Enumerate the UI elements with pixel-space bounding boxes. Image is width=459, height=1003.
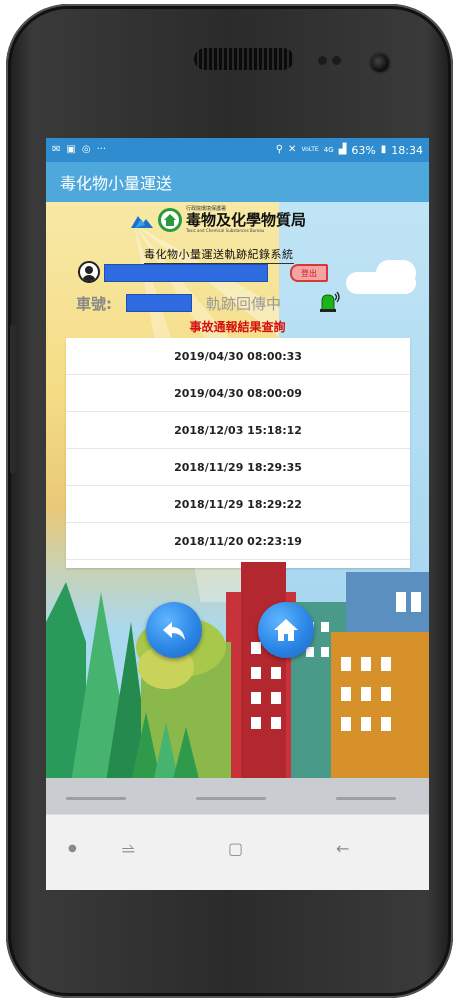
- cloud-icon: [376, 260, 416, 286]
- plate-number-label: 車號:: [76, 295, 112, 313]
- messenger-icon: ◎: [81, 144, 91, 155]
- front-camera: [371, 54, 389, 72]
- system-title: 毒化物小量運送軌跡紀錄系統: [144, 246, 294, 264]
- epa-logo-icon: [131, 215, 153, 228]
- clock: 18:34: [391, 143, 423, 157]
- main-content: 行政院環境保護署 毒物及化學物質局 Toxic and Chemical Sub…: [46, 202, 429, 814]
- agency-logo: 行政院環境保護署 毒物及化學物質局 Toxic and Chemical Sub…: [130, 206, 306, 233]
- location-icon: ⚲: [275, 144, 284, 155]
- home-square-icon[interactable]: ▢: [228, 839, 243, 858]
- dot-icon[interactable]: ●: [68, 843, 77, 854]
- notification-icon: ✉: [52, 144, 61, 155]
- road: [46, 778, 429, 814]
- more-icon: ···: [96, 144, 107, 155]
- record-item[interactable]: 2018/11/20 02:23:19: [66, 523, 410, 560]
- tracking-status: 軌跡回傳中: [206, 295, 282, 313]
- light-sensor: [332, 56, 341, 65]
- record-item[interactable]: 2018/11/29 18:29:35: [66, 449, 410, 486]
- logout-button[interactable]: 登出: [290, 264, 328, 282]
- mute-icon: ✕: [288, 144, 297, 155]
- record-item[interactable]: 2019/04/30 08:00:33: [66, 338, 410, 375]
- bureau-name-en: Toxic and Chemical Substances Bureau: [186, 228, 265, 233]
- bureau-name: 毒物及化學物質局: [186, 211, 307, 229]
- back-button[interactable]: [146, 602, 202, 658]
- app-bar: 毒化物小量運送: [46, 162, 429, 202]
- user-avatar-icon: [78, 261, 100, 283]
- back-arrow-icon[interactable]: ←: [336, 839, 349, 858]
- system-nav-bar: ● ⥬ ▢ ←: [46, 814, 429, 890]
- user-name-field: [104, 264, 268, 282]
- road-marking: [196, 797, 266, 800]
- app-title: 毒化物小量運送: [60, 174, 173, 193]
- record-item[interactable]: 2019/04/30 08:00:09: [66, 375, 410, 412]
- city-illustration: [46, 562, 429, 814]
- record-list: 2019/04/30 08:00:33 2019/04/30 08:00:09 …: [66, 338, 410, 568]
- battery-percent: 63%: [351, 143, 376, 157]
- reply-arrow-icon: [163, 622, 185, 640]
- accident-report-heading: 事故通報結果查詢: [189, 320, 286, 334]
- 4g-icon: 4G: [323, 145, 334, 154]
- record-item[interactable]: 2018/12/03 15:18:12: [66, 412, 410, 449]
- home-button[interactable]: [258, 602, 314, 658]
- image-icon: ▣: [66, 144, 76, 155]
- bureau-logo-icon: [158, 207, 182, 232]
- record-item[interactable]: 2018/11/29 18:29:22: [66, 486, 410, 523]
- home-icon: [274, 619, 298, 641]
- status-bar: ✉ ▣ ◎ ··· ⚲ ✕ VoLTE 4G ▟ 63% ▮ 18:34: [46, 138, 429, 162]
- screen: ✉ ▣ ◎ ··· ⚲ ✕ VoLTE 4G ▟ 63% ▮ 18:34 毒化物…: [46, 138, 429, 890]
- battery-icon: ▮: [380, 144, 387, 155]
- side-button: [10, 324, 16, 474]
- proximity-sensor: [318, 56, 327, 65]
- road-marking: [66, 797, 126, 800]
- city-skyline-icon: [46, 562, 429, 814]
- beacon-signal-icon: [320, 291, 340, 312]
- volte-icon: VoLTE: [301, 146, 319, 153]
- earpiece-speaker: [194, 48, 294, 70]
- plate-number-field: [126, 294, 192, 312]
- road-marking: [336, 797, 396, 800]
- recent-apps-icon[interactable]: ⥬: [122, 839, 135, 859]
- signal-icon: ▟: [338, 144, 347, 155]
